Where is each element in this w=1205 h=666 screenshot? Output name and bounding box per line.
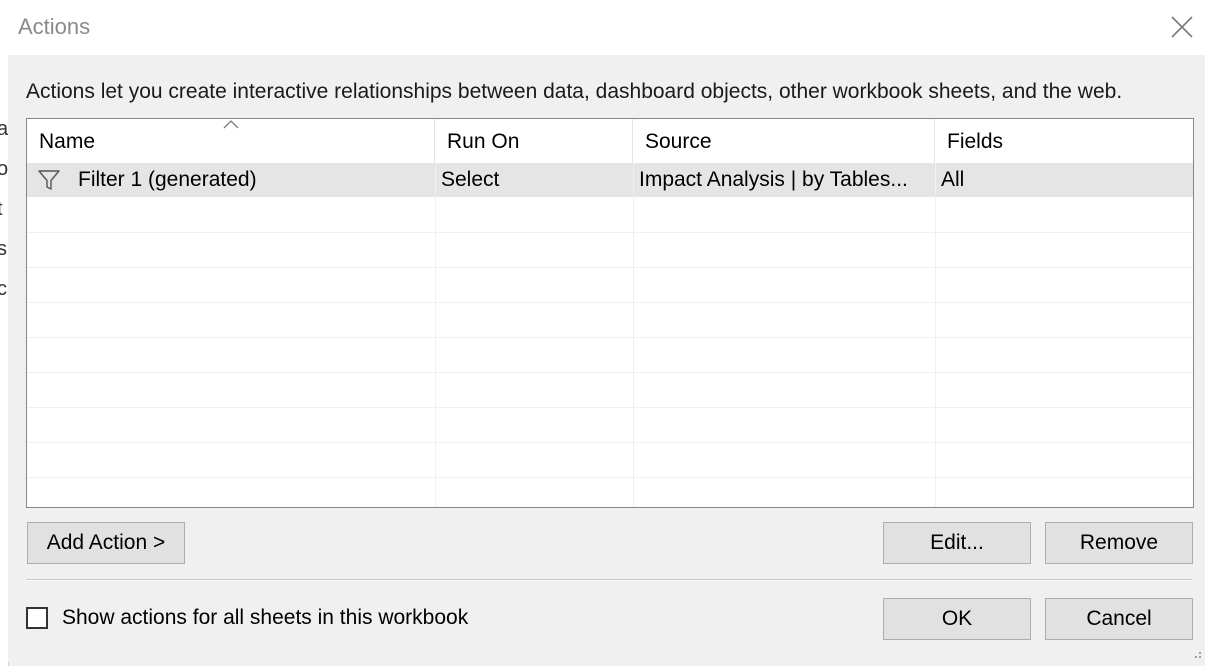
background-letter: t bbox=[0, 198, 3, 221]
background-letter: c bbox=[0, 278, 7, 300]
close-icon bbox=[1171, 16, 1193, 38]
table-row[interactable]: Filter 1 (generated) Select Impact Analy… bbox=[27, 163, 1193, 198]
sort-ascending-icon bbox=[223, 120, 239, 129]
empty-row bbox=[27, 303, 1193, 338]
empty-row bbox=[27, 443, 1193, 478]
show-all-sheets-checkbox[interactable] bbox=[26, 607, 48, 629]
empty-row bbox=[27, 373, 1193, 408]
column-divider bbox=[935, 163, 936, 507]
dialog-description: Actions let you create interactive relat… bbox=[26, 80, 1123, 103]
empty-row bbox=[27, 198, 1193, 233]
column-header-fields[interactable]: Fields bbox=[935, 119, 1193, 163]
cell-run-on: Select bbox=[441, 168, 500, 191]
column-header-label: Source bbox=[645, 130, 712, 153]
column-header-label: Fields bbox=[947, 130, 1004, 153]
edit-button[interactable]: Edit... bbox=[883, 522, 1031, 564]
list-body: Filter 1 (generated) Select Impact Analy… bbox=[27, 163, 1193, 507]
divider-highlight bbox=[26, 580, 1192, 581]
empty-row bbox=[27, 233, 1193, 268]
column-header-run-on[interactable]: Run On bbox=[435, 119, 633, 163]
close-button[interactable] bbox=[1165, 10, 1199, 44]
list-header: Name Run On Source Fields bbox=[27, 119, 1193, 163]
actions-dialog: Actions Actions let you create interacti… bbox=[8, 0, 1205, 662]
empty-row bbox=[27, 338, 1193, 373]
show-all-sheets-label[interactable]: Show actions for all sheets in this work… bbox=[62, 606, 468, 630]
column-header-source[interactable]: Source bbox=[633, 119, 935, 163]
cell-name: Filter 1 (generated) bbox=[78, 168, 257, 191]
empty-row bbox=[27, 408, 1193, 443]
empty-row bbox=[27, 268, 1193, 303]
background-letter: a bbox=[0, 118, 9, 140]
resize-grip-icon[interactable] bbox=[1192, 649, 1202, 659]
window-title: Actions bbox=[18, 14, 91, 39]
column-header-name[interactable]: Name bbox=[27, 119, 435, 163]
column-header-label: Run On bbox=[447, 130, 520, 153]
column-divider bbox=[633, 163, 634, 507]
column-divider bbox=[435, 163, 436, 507]
title-bar: Actions bbox=[8, 0, 1205, 55]
cell-fields: All bbox=[941, 168, 965, 191]
empty-row bbox=[27, 478, 1193, 507]
cell-source: Impact Analysis | by Tables... bbox=[639, 168, 908, 191]
column-header-label: Name bbox=[39, 130, 96, 153]
actions-list[interactable]: Name Run On Source Fields Filter 1 (gene… bbox=[26, 118, 1194, 508]
remove-button[interactable]: Remove bbox=[1045, 522, 1193, 564]
background-letter: o bbox=[0, 158, 9, 180]
add-action-button[interactable]: Add Action > bbox=[27, 522, 185, 564]
background-letter: s bbox=[0, 238, 7, 260]
ok-button[interactable]: OK bbox=[883, 598, 1031, 640]
filter-icon bbox=[38, 170, 60, 190]
cancel-button[interactable]: Cancel bbox=[1045, 598, 1193, 640]
